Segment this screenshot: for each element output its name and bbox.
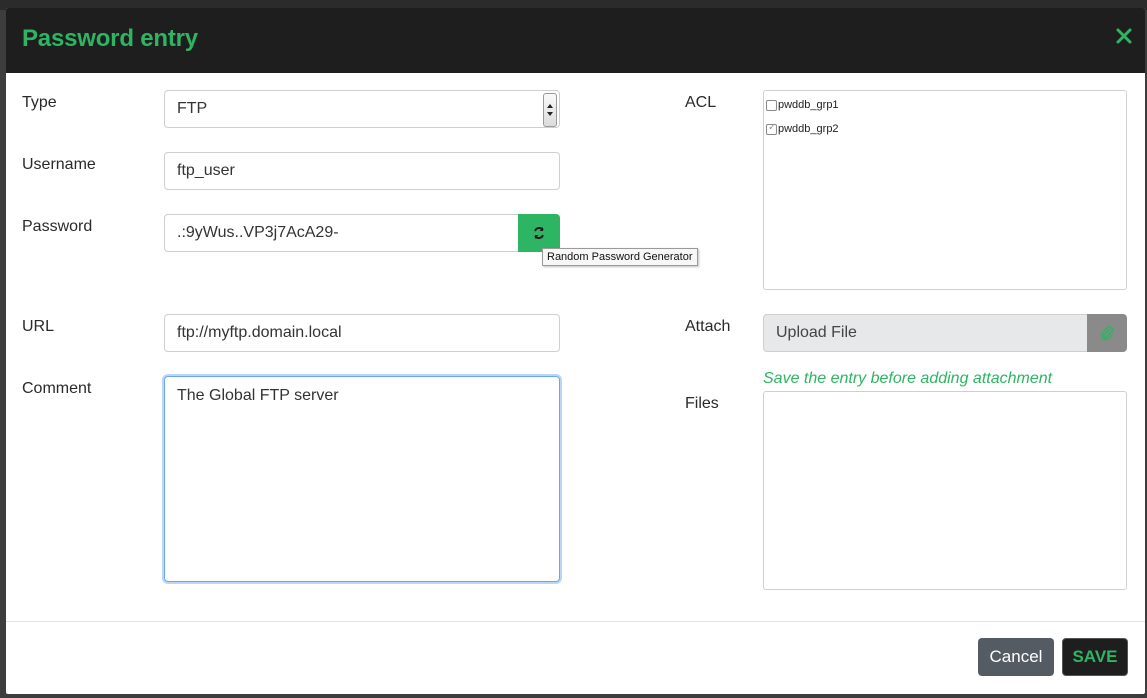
upload-file-input[interactable]: Upload File xyxy=(763,314,1089,352)
acl-item-label: pwddb_grp2 xyxy=(778,123,839,135)
files-list xyxy=(763,391,1127,590)
type-label: Type xyxy=(22,94,57,111)
username-value: ftp_user xyxy=(177,162,235,179)
comment-label: Comment xyxy=(22,380,92,397)
password-label: Password xyxy=(22,218,93,235)
dialog-header: Password entry xyxy=(6,8,1145,73)
footer-divider xyxy=(6,621,1145,622)
type-select[interactable]: FTP xyxy=(164,90,560,128)
attach-label: Attach xyxy=(685,318,731,335)
close-icon xyxy=(1116,28,1132,44)
dialog-title: Password entry xyxy=(22,25,198,52)
acl-list: pwddb_grp1 pwddb_grp2 xyxy=(763,90,1127,290)
url-value: ftp://myftp.domain.local xyxy=(177,324,342,341)
acl-checkbox-pwddb-grp2[interactable] xyxy=(766,122,777,135)
close-button[interactable] xyxy=(1115,27,1133,45)
select-arrows-icon[interactable] xyxy=(543,93,557,127)
username-label: Username xyxy=(22,156,96,173)
files-label: Files xyxy=(685,395,719,412)
save-button[interactable]: SAVE xyxy=(1062,638,1128,676)
generator-tooltip: Random Password Generator xyxy=(542,248,698,266)
acl-item-label: pwddb_grp1 xyxy=(778,99,839,111)
username-input[interactable]: ftp_user xyxy=(164,152,560,190)
acl-label: ACL xyxy=(685,94,717,111)
type-select-value: FTP xyxy=(177,100,208,117)
attach-file-button[interactable] xyxy=(1087,314,1127,352)
upload-placeholder: Upload File xyxy=(776,324,857,341)
password-entry-dialog: Password entry Type FTP Username ftp_use… xyxy=(6,8,1145,694)
acl-item-pwddb-grp2[interactable]: pwddb_grp2 xyxy=(766,122,839,135)
random-password-generator-button[interactable] xyxy=(518,214,560,252)
attachment-hint: Save the entry before adding attachment xyxy=(763,370,1053,387)
acl-item-pwddb-grp1[interactable]: pwddb_grp1 xyxy=(766,99,839,111)
url-label: URL xyxy=(22,318,55,335)
refresh-icon xyxy=(534,227,544,239)
url-input[interactable]: ftp://myftp.domain.local xyxy=(164,314,560,352)
comment-value: The Global FTP server xyxy=(177,387,339,404)
password-value: .:9yWus..VP3j7AcA29- xyxy=(177,224,339,241)
paperclip-icon xyxy=(1100,326,1114,341)
comment-textarea[interactable]: The Global FTP server xyxy=(164,376,560,582)
cancel-button[interactable]: Cancel xyxy=(978,638,1054,676)
password-input[interactable]: .:9yWus..VP3j7AcA29- xyxy=(164,214,520,252)
acl-checkbox-pwddb-grp1[interactable] xyxy=(766,99,777,111)
